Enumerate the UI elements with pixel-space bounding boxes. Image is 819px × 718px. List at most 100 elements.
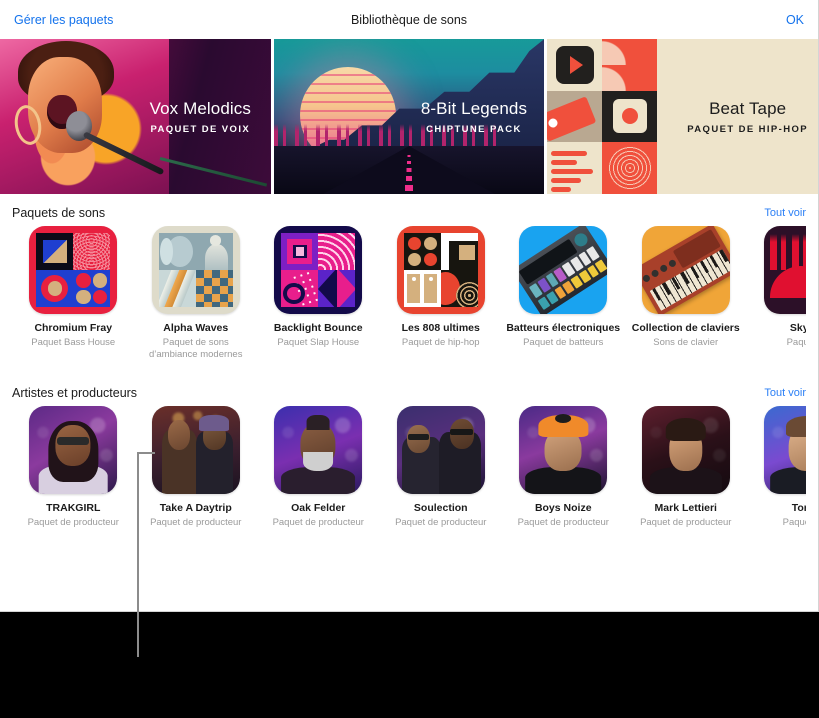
pack-name: Chromium Fray bbox=[34, 322, 113, 334]
pack-card-les-808-ultimes[interactable]: Les 808 ultimes Paquet de hip-hop bbox=[380, 226, 503, 362]
banner-subtitle: PAQUET DE HIP-HOP bbox=[687, 123, 809, 135]
microphone-stem bbox=[82, 131, 165, 176]
pack-subtitle: Paquet Slap House bbox=[277, 337, 360, 349]
synthesizer-icon bbox=[641, 226, 730, 314]
section-artists-producers: Artistes et producteurs Tout voir TRAKGI… bbox=[0, 380, 818, 529]
pack-artwork bbox=[396, 226, 485, 314]
pack-artwork bbox=[764, 226, 806, 314]
artist-subtitle: Paquet de producteur bbox=[640, 516, 732, 528]
pack-card-chromium-fray[interactable]: Chromium Fray Paquet Bass House bbox=[12, 226, 135, 362]
pack-card-skyline[interactable]: Skyline Paquet de bbox=[747, 226, 806, 362]
artist-card-mark-lettieri[interactable]: Mark Lettieri Paquet de producteur bbox=[625, 405, 748, 529]
artist-name: Mark Lettieri bbox=[654, 501, 717, 514]
artists-row[interactable]: TRAKGIRL Paquet de producteur Take A Day… bbox=[12, 405, 806, 529]
artist-photo bbox=[641, 405, 730, 494]
artist-subtitle: Paquet de producteur bbox=[517, 516, 609, 528]
pack-artwork bbox=[641, 226, 730, 314]
play-button-tile bbox=[547, 39, 603, 91]
vinyl-icon bbox=[607, 146, 652, 191]
manage-packs-link[interactable]: Gérer les paquets bbox=[14, 13, 113, 27]
road-dash bbox=[406, 168, 412, 172]
banner-title: 8-Bit Legends bbox=[420, 98, 528, 118]
artist-photo bbox=[151, 405, 240, 494]
arcs-tile bbox=[602, 39, 658, 91]
pack-subtitle: Paquet de sons d’ambiance modernes bbox=[149, 337, 243, 361]
beat-tape-collage bbox=[547, 39, 658, 194]
artist-photo bbox=[29, 405, 118, 494]
pack-card-batteurs-electroniques[interactable]: Batteurs électroniques Paquet de batteur… bbox=[502, 226, 625, 362]
artist-name: Take A Daytrip bbox=[159, 501, 232, 514]
banner-text: 8-Bit Legends CHIPTUNE PACK bbox=[404, 99, 545, 135]
record-icon bbox=[621, 108, 638, 125]
road-dash bbox=[405, 185, 413, 191]
cassette-tile bbox=[547, 90, 603, 143]
featured-banner-8-bit-legends[interactable]: 8-Bit Legends CHIPTUNE PACK bbox=[273, 39, 545, 194]
artist-card-boys-noize[interactable]: Boys Noize Paquet de producteur bbox=[502, 405, 625, 529]
see-all-artists[interactable]: Tout voir bbox=[764, 387, 806, 399]
pack-subtitle: Paquet Bass House bbox=[31, 337, 116, 349]
artist-card-take-a-daytrip[interactable]: Take A Daytrip Paquet de producteur bbox=[135, 405, 258, 529]
artist-name: Oak Felder bbox=[291, 501, 346, 514]
artist-photo bbox=[764, 405, 806, 494]
callout-leader-line-vertical bbox=[137, 452, 139, 657]
section-header: Artistes et producteurs Tout voir bbox=[12, 380, 806, 406]
ok-button[interactable]: OK bbox=[786, 13, 804, 27]
pack-name: Batteurs électroniques bbox=[506, 322, 621, 334]
screenshot-root: Gérer les paquets Bibliothèque de sons O… bbox=[0, 0, 819, 718]
artist-subtitle: Paquet de producteur bbox=[27, 516, 119, 528]
featured-banner-beat-tape[interactable]: Beat Tape PAQUET DE HIP-HOP bbox=[547, 39, 818, 194]
play-icon bbox=[570, 55, 584, 74]
backdrop-below-window bbox=[0, 612, 819, 718]
banner-title: Beat Tape bbox=[709, 98, 787, 118]
see-all-sound-packs[interactable]: Tout voir bbox=[764, 207, 806, 219]
sound-packs-row[interactable]: Chromium Fray Paquet Bass House Alpha Wa… bbox=[12, 226, 806, 362]
pack-subtitle: Paquet de hip-hop bbox=[401, 337, 480, 349]
artist-photo bbox=[519, 405, 608, 494]
section-sound-packs: Paquets de sons Tout voir Chromium Fray … bbox=[0, 200, 818, 362]
pack-card-alpha-waves[interactable]: Alpha Waves Paquet de sons d’ambiance mo… bbox=[135, 226, 258, 362]
section-title: Artistes et producteurs bbox=[12, 385, 138, 400]
pack-name: Alpha Waves bbox=[163, 322, 229, 334]
pack-artwork bbox=[274, 226, 363, 314]
artist-name: Soulection bbox=[413, 501, 468, 514]
pack-subtitle: Sons de clavier bbox=[653, 337, 719, 349]
artist-subtitle: Paquet de producteur bbox=[272, 516, 364, 528]
artist-card-oak-felder[interactable]: Oak Felder Paquet de producteur bbox=[257, 405, 380, 529]
banner-title: Vox Melodics bbox=[149, 98, 251, 118]
section-title: Paquets de sons bbox=[12, 206, 106, 220]
banner-subtitle: PAQUET DE VOIX bbox=[150, 123, 251, 135]
window-titlebar: Gérer les paquets Bibliothèque de sons O… bbox=[0, 0, 818, 39]
artist-photo bbox=[274, 405, 363, 494]
pack-card-backlight-bounce[interactable]: Backlight Bounce Paquet Slap House bbox=[257, 226, 380, 362]
drum-machine-icon bbox=[519, 226, 608, 314]
sound-library-window: Gérer les paquets Bibliothèque de sons O… bbox=[0, 0, 819, 612]
artist-name: Boys Noize bbox=[534, 501, 592, 514]
pack-artwork bbox=[29, 226, 118, 314]
artist-subtitle: Paquet de p bbox=[782, 516, 806, 528]
artist-subtitle: Paquet de producteur bbox=[150, 516, 242, 528]
waveform-tile bbox=[547, 142, 603, 194]
artist-photo bbox=[396, 405, 485, 494]
pack-name: Collection de claviers bbox=[631, 322, 740, 334]
record-button-tile bbox=[602, 90, 658, 143]
pack-card-collection-de-claviers[interactable]: Collection de claviers Sons de clavier bbox=[625, 226, 748, 362]
artist-card-soulection[interactable]: Soulection Paquet de producteur bbox=[380, 405, 503, 529]
road-dash bbox=[406, 176, 412, 181]
callout-leader-line-horizontal bbox=[137, 452, 155, 454]
road-dash bbox=[407, 161, 411, 164]
artist-subtitle: Paquet de producteur bbox=[395, 516, 487, 528]
road-dash bbox=[407, 155, 411, 157]
pack-name: Les 808 ultimes bbox=[401, 322, 480, 334]
window-title: Bibliothèque de sons bbox=[350, 12, 468, 27]
pack-artwork bbox=[151, 226, 240, 314]
banner-text: Beat Tape PAQUET DE HIP-HOP bbox=[677, 99, 818, 135]
banner-subtitle: CHIPTUNE PACK bbox=[426, 123, 522, 135]
vinyl-tile bbox=[602, 142, 658, 194]
artist-card-trakgirl[interactable]: TRAKGIRL Paquet de producteur bbox=[12, 405, 135, 529]
pack-subtitle: Paquet de batteurs bbox=[523, 337, 604, 349]
featured-banner-row: Vox Melodics PAQUET DE VOIX 8-Bit Legend… bbox=[0, 39, 818, 194]
pack-name: Skyline bbox=[789, 322, 806, 334]
artist-card-tom-m[interactable]: Tom M Paquet de p bbox=[747, 405, 806, 529]
artist-name: TRAKGIRL bbox=[46, 501, 101, 514]
featured-banner-vox-melodics[interactable]: Vox Melodics PAQUET DE VOIX bbox=[0, 39, 271, 194]
